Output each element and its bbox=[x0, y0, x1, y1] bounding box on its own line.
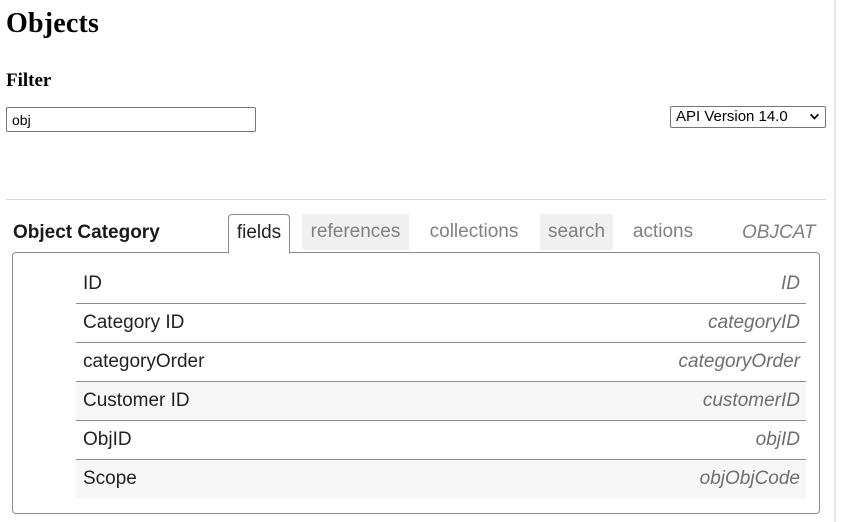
field-row[interactable]: Scope objObjCode bbox=[76, 460, 806, 499]
filter-input[interactable] bbox=[6, 107, 256, 132]
object-code: OBJCAT bbox=[742, 222, 816, 243]
field-row[interactable]: Category ID categoryID bbox=[76, 304, 806, 343]
tab-fields[interactable]: fields bbox=[228, 214, 290, 254]
field-api-name: objID bbox=[755, 429, 800, 450]
field-row[interactable]: ID ID bbox=[76, 265, 806, 304]
field-label: Scope bbox=[83, 468, 137, 489]
tab-collections[interactable]: collections bbox=[420, 214, 528, 250]
tab-actions[interactable]: actions bbox=[624, 214, 702, 250]
field-label: categoryOrder bbox=[83, 351, 205, 372]
field-label: ObjID bbox=[83, 429, 132, 450]
field-row[interactable]: ObjID objID bbox=[76, 421, 806, 460]
field-api-name: ID bbox=[781, 273, 800, 294]
fields-list: ID ID Category ID categoryID categoryOrd… bbox=[76, 265, 806, 499]
field-api-name: objObjCode bbox=[699, 468, 800, 489]
right-edge-scrollbar bbox=[834, 0, 836, 522]
field-row[interactable]: categoryOrder categoryOrder bbox=[76, 343, 806, 382]
api-version-value: API Version 14.0 bbox=[676, 108, 788, 125]
tab-search[interactable]: search bbox=[540, 214, 613, 250]
field-row[interactable]: Customer ID customerID bbox=[76, 382, 806, 421]
filter-label: Filter bbox=[6, 70, 52, 91]
api-version-select[interactable]: API Version 14.0 bbox=[670, 106, 826, 128]
field-label: Customer ID bbox=[83, 390, 190, 411]
chevron-down-icon bbox=[810, 113, 819, 120]
section-divider bbox=[6, 199, 826, 200]
field-api-name: categoryOrder bbox=[678, 351, 800, 372]
tab-references[interactable]: references bbox=[302, 214, 409, 250]
fields-panel: ID ID Category ID categoryID categoryOrd… bbox=[12, 252, 820, 514]
field-label: ID bbox=[83, 273, 102, 294]
page-title: Objects bbox=[6, 8, 100, 39]
field-api-name: categoryID bbox=[708, 312, 800, 333]
field-label: Category ID bbox=[83, 312, 185, 333]
field-api-name: customerID bbox=[702, 390, 800, 411]
object-name: Object Category bbox=[13, 222, 160, 243]
